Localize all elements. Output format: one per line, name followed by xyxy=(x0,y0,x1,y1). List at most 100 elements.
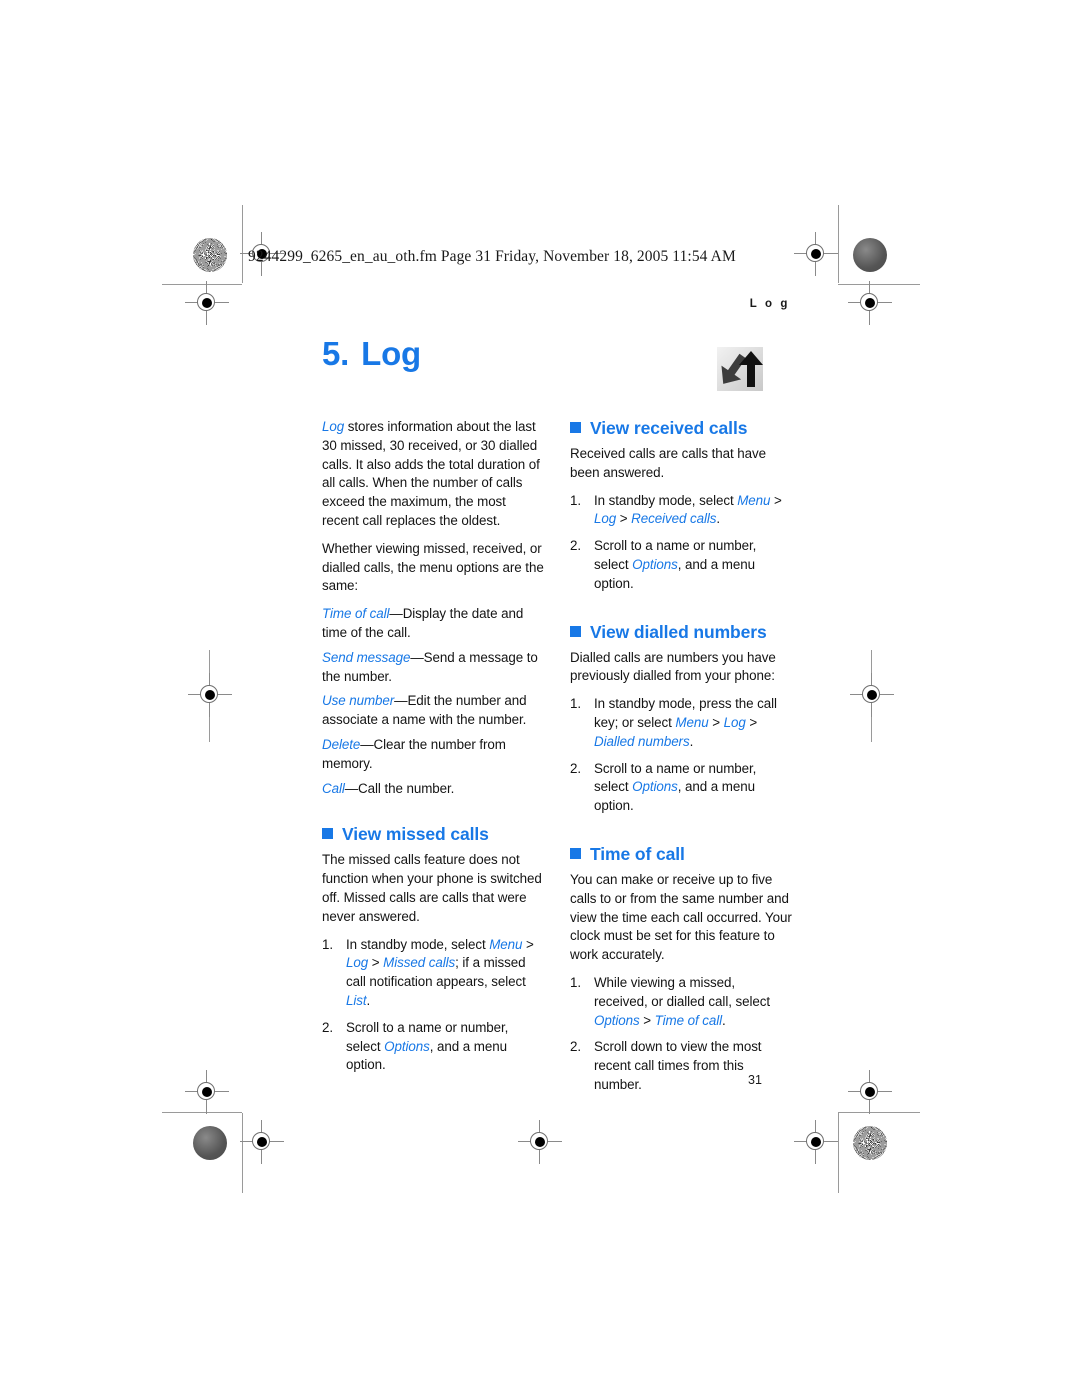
log-term: Log xyxy=(346,955,369,971)
option-term: Send message xyxy=(322,649,411,665)
left-column: Log stores information about the last 30… xyxy=(322,418,544,1083)
list-item: While viewing a missed, received, or dia… xyxy=(570,974,792,1030)
crop-line-bottom-right xyxy=(838,1112,920,1113)
option-use-number: Use number—Edit the number and associate… xyxy=(322,692,544,730)
step-text-a: While viewing a missed, received, or dia… xyxy=(594,974,770,1009)
chapter-title-text: Log xyxy=(361,335,421,372)
received-calls-intro: Received calls are calls that have been … xyxy=(570,446,767,480)
log-intro-paragraph-2: Whether viewing missed, received, or dia… xyxy=(322,540,544,594)
star-target-top-left xyxy=(193,238,227,272)
call-log-arrows-icon xyxy=(715,345,767,395)
crop-line-top-right xyxy=(838,284,920,285)
star-target-bottom-right xyxy=(853,1126,887,1160)
step-sep: > xyxy=(770,492,782,508)
section-heading-text: View dialled numbers xyxy=(590,621,767,642)
solid-target-top-right xyxy=(853,238,887,272)
square-bullet-icon xyxy=(570,422,581,433)
registration-mark-bottom-right-upper xyxy=(848,1070,892,1114)
registration-mark-top-right-lower xyxy=(848,281,892,325)
step-sep: > xyxy=(708,714,724,730)
section-heading-view-missed-calls: View missed calls xyxy=(322,824,544,845)
option-desc: —Call the number. xyxy=(344,780,455,796)
crop-line-top-left xyxy=(162,284,242,285)
crop-line-top-right-vertical xyxy=(838,205,839,283)
square-bullet-icon xyxy=(570,847,581,859)
received-calls-steps: In standby mode, select Menu > Log > Rec… xyxy=(570,492,792,594)
option-term: Use number xyxy=(322,693,395,709)
step-text-a: In standby mode, select xyxy=(594,492,738,508)
chapter-number: 5. xyxy=(322,335,350,372)
square-bullet-icon xyxy=(322,828,333,840)
running-header: L o g xyxy=(749,298,790,310)
section-heading-view-received-calls: View received calls xyxy=(570,418,792,439)
step-text-c: . xyxy=(722,1012,726,1028)
section-heading-text: Time of call xyxy=(590,843,685,864)
option-term: Call xyxy=(322,780,345,796)
menu-term: Menu xyxy=(675,714,709,730)
page-number: 31 xyxy=(748,1073,762,1087)
time-of-call-intro: You can make or receive up to five calls… xyxy=(570,871,792,963)
option-call: Call—Call the number. xyxy=(322,780,544,799)
step-sep: > xyxy=(616,511,632,527)
source-file-stamp: 9244299_6265_en_au_oth.fm Page 31 Friday… xyxy=(248,248,736,265)
dialled-numbers-term: Dialled numbers xyxy=(594,733,690,749)
registration-mark-mid-right xyxy=(850,673,894,717)
options-term: Options xyxy=(632,779,678,795)
time-of-call-term: Time of call xyxy=(654,1012,723,1028)
log-intro-rest: stores information about the last 30 mis… xyxy=(322,419,540,528)
menu-term: Menu xyxy=(737,492,771,508)
log-term: Log xyxy=(322,419,345,434)
option-term: Time of call xyxy=(322,606,390,622)
list-item: In standby mode, select Menu > Log > Mis… xyxy=(322,936,544,1011)
section-heading-text: View missed calls xyxy=(342,824,489,845)
registration-mark-bottom-left-upper xyxy=(185,1070,229,1114)
options-term: Options xyxy=(632,556,678,572)
step-sep: > xyxy=(745,714,758,730)
list-term: List xyxy=(346,992,367,1008)
solid-target-bottom-left xyxy=(193,1126,227,1160)
page-title: 5. Log xyxy=(322,335,421,373)
registration-mark-top-left-lower xyxy=(185,281,229,325)
log-term: Log xyxy=(723,714,746,730)
log-term: Log xyxy=(594,511,617,527)
list-item: In standby mode, select Menu > Log > Rec… xyxy=(570,492,792,530)
right-column: View received calls Received calls are c… xyxy=(570,418,792,1103)
log-intro-paragraph: Log stores information about the last 30… xyxy=(322,418,544,531)
dialled-numbers-intro: Dialled calls are numbers you have previ… xyxy=(570,649,776,684)
step-sep: > xyxy=(639,1012,655,1028)
registration-mark-bottom-left xyxy=(240,1120,284,1164)
step-text-d: . xyxy=(716,511,720,527)
step-text-d: . xyxy=(689,733,694,749)
crop-line-bottom-right-vertical xyxy=(838,1113,839,1193)
registration-mark-bottom-center xyxy=(518,1120,562,1164)
crop-line-bottom-left-vertical xyxy=(242,1113,243,1193)
section-heading-time-of-call: Time of call xyxy=(570,844,792,865)
missed-calls-term: Missed calls xyxy=(383,955,456,971)
missed-calls-intro: The missed calls feature does not functi… xyxy=(322,852,542,924)
section-heading-view-dialled-numbers: View dialled numbers xyxy=(570,622,792,643)
list-item: In standby mode, press the call key; or … xyxy=(570,695,792,751)
section-heading-text: View received calls xyxy=(590,418,748,438)
received-calls-term: Received calls xyxy=(631,511,717,527)
step-sep: > xyxy=(368,955,384,971)
option-delete: Delete—Clear the number from memory. xyxy=(322,736,544,774)
missed-calls-steps: In standby mode, select Menu > Log > Mis… xyxy=(322,936,544,1076)
list-item: Scroll to a name or number, select Optio… xyxy=(570,537,792,593)
option-term: Delete xyxy=(322,736,361,752)
step-text-a: In standby mode, select xyxy=(346,936,490,952)
step-sep: > xyxy=(522,936,534,952)
square-bullet-icon xyxy=(570,625,581,637)
step-text-e: . xyxy=(366,992,371,1008)
dialled-numbers-steps: In standby mode, press the call key; or … xyxy=(570,695,792,816)
registration-mark-bottom-right xyxy=(794,1120,838,1164)
registration-mark-top-right xyxy=(794,232,838,276)
registration-mark-mid-left xyxy=(188,673,232,717)
option-time-of-call: Time of call—Display the date and time o… xyxy=(322,605,544,643)
crop-line-bottom-left xyxy=(162,1112,242,1113)
options-term: Options xyxy=(594,1012,640,1028)
option-send-message: Send message—Send a message to the numbe… xyxy=(322,649,544,687)
list-item: Scroll to a name or number, select Optio… xyxy=(570,760,792,816)
